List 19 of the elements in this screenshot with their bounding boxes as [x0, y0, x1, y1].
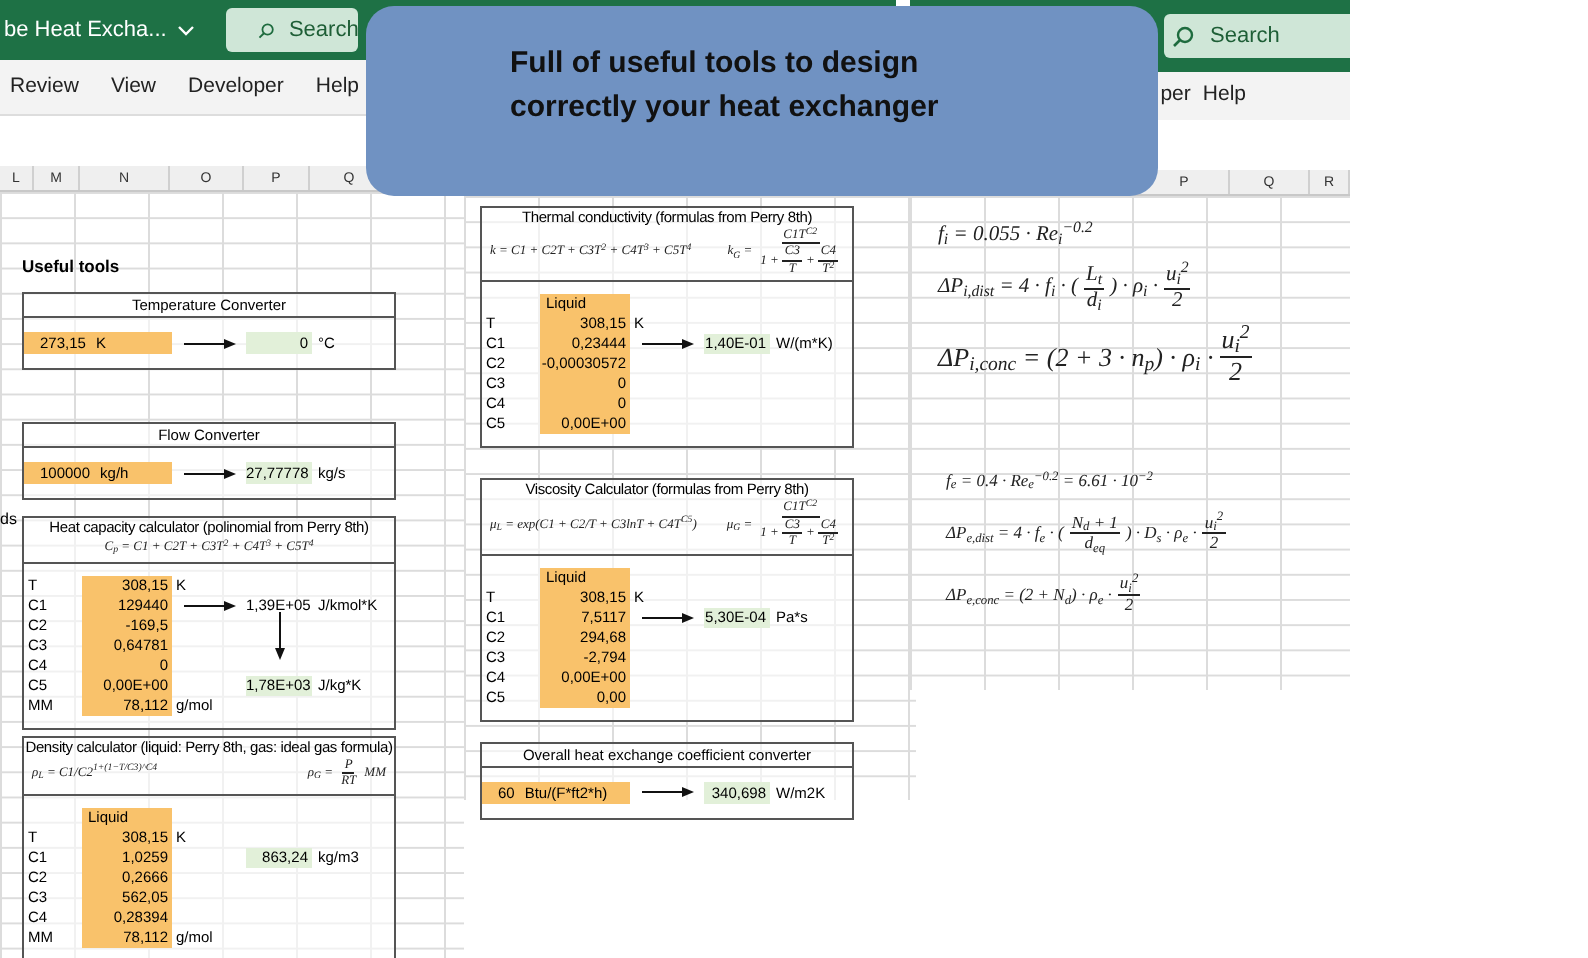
arrow-icon: [641, 786, 693, 799]
ribbon-tab[interactable]: View: [110, 71, 157, 103]
ribbon-tab[interactable]: Review: [10, 71, 79, 103]
section-heading: Useful tools: [22, 254, 122, 280]
formula: f$_{e}$ = 0.4 · Re$_{e}$$^{−0.2}$ = 6.61 · 10$^{−2}$: [946, 467, 1155, 493]
callout-text: Full of useful tools to design correctly your heat exchanger: [510, 44, 941, 128]
window-title: be Heat Excha...: [4, 15, 167, 46]
arrow-icon: [183, 467, 235, 479]
chevron-icon[interactable]: [178, 25, 195, 35]
search-field[interactable]: Search: [226, 8, 359, 52]
search-icon: [1172, 25, 1194, 47]
search-field[interactable]: Search: [1164, 14, 1350, 58]
ribbon-tab[interactable]: per: [1160, 80, 1191, 112]
cell-text: ds: [0, 508, 17, 532]
ribbon-tab[interactable]: Help: [1202, 80, 1246, 112]
ribbon-tab[interactable]: Developer: [188, 71, 284, 103]
ribbon-tab[interactable]: Help: [315, 71, 359, 103]
arrow-icon: [183, 337, 235, 349]
search-icon: [258, 19, 275, 41]
